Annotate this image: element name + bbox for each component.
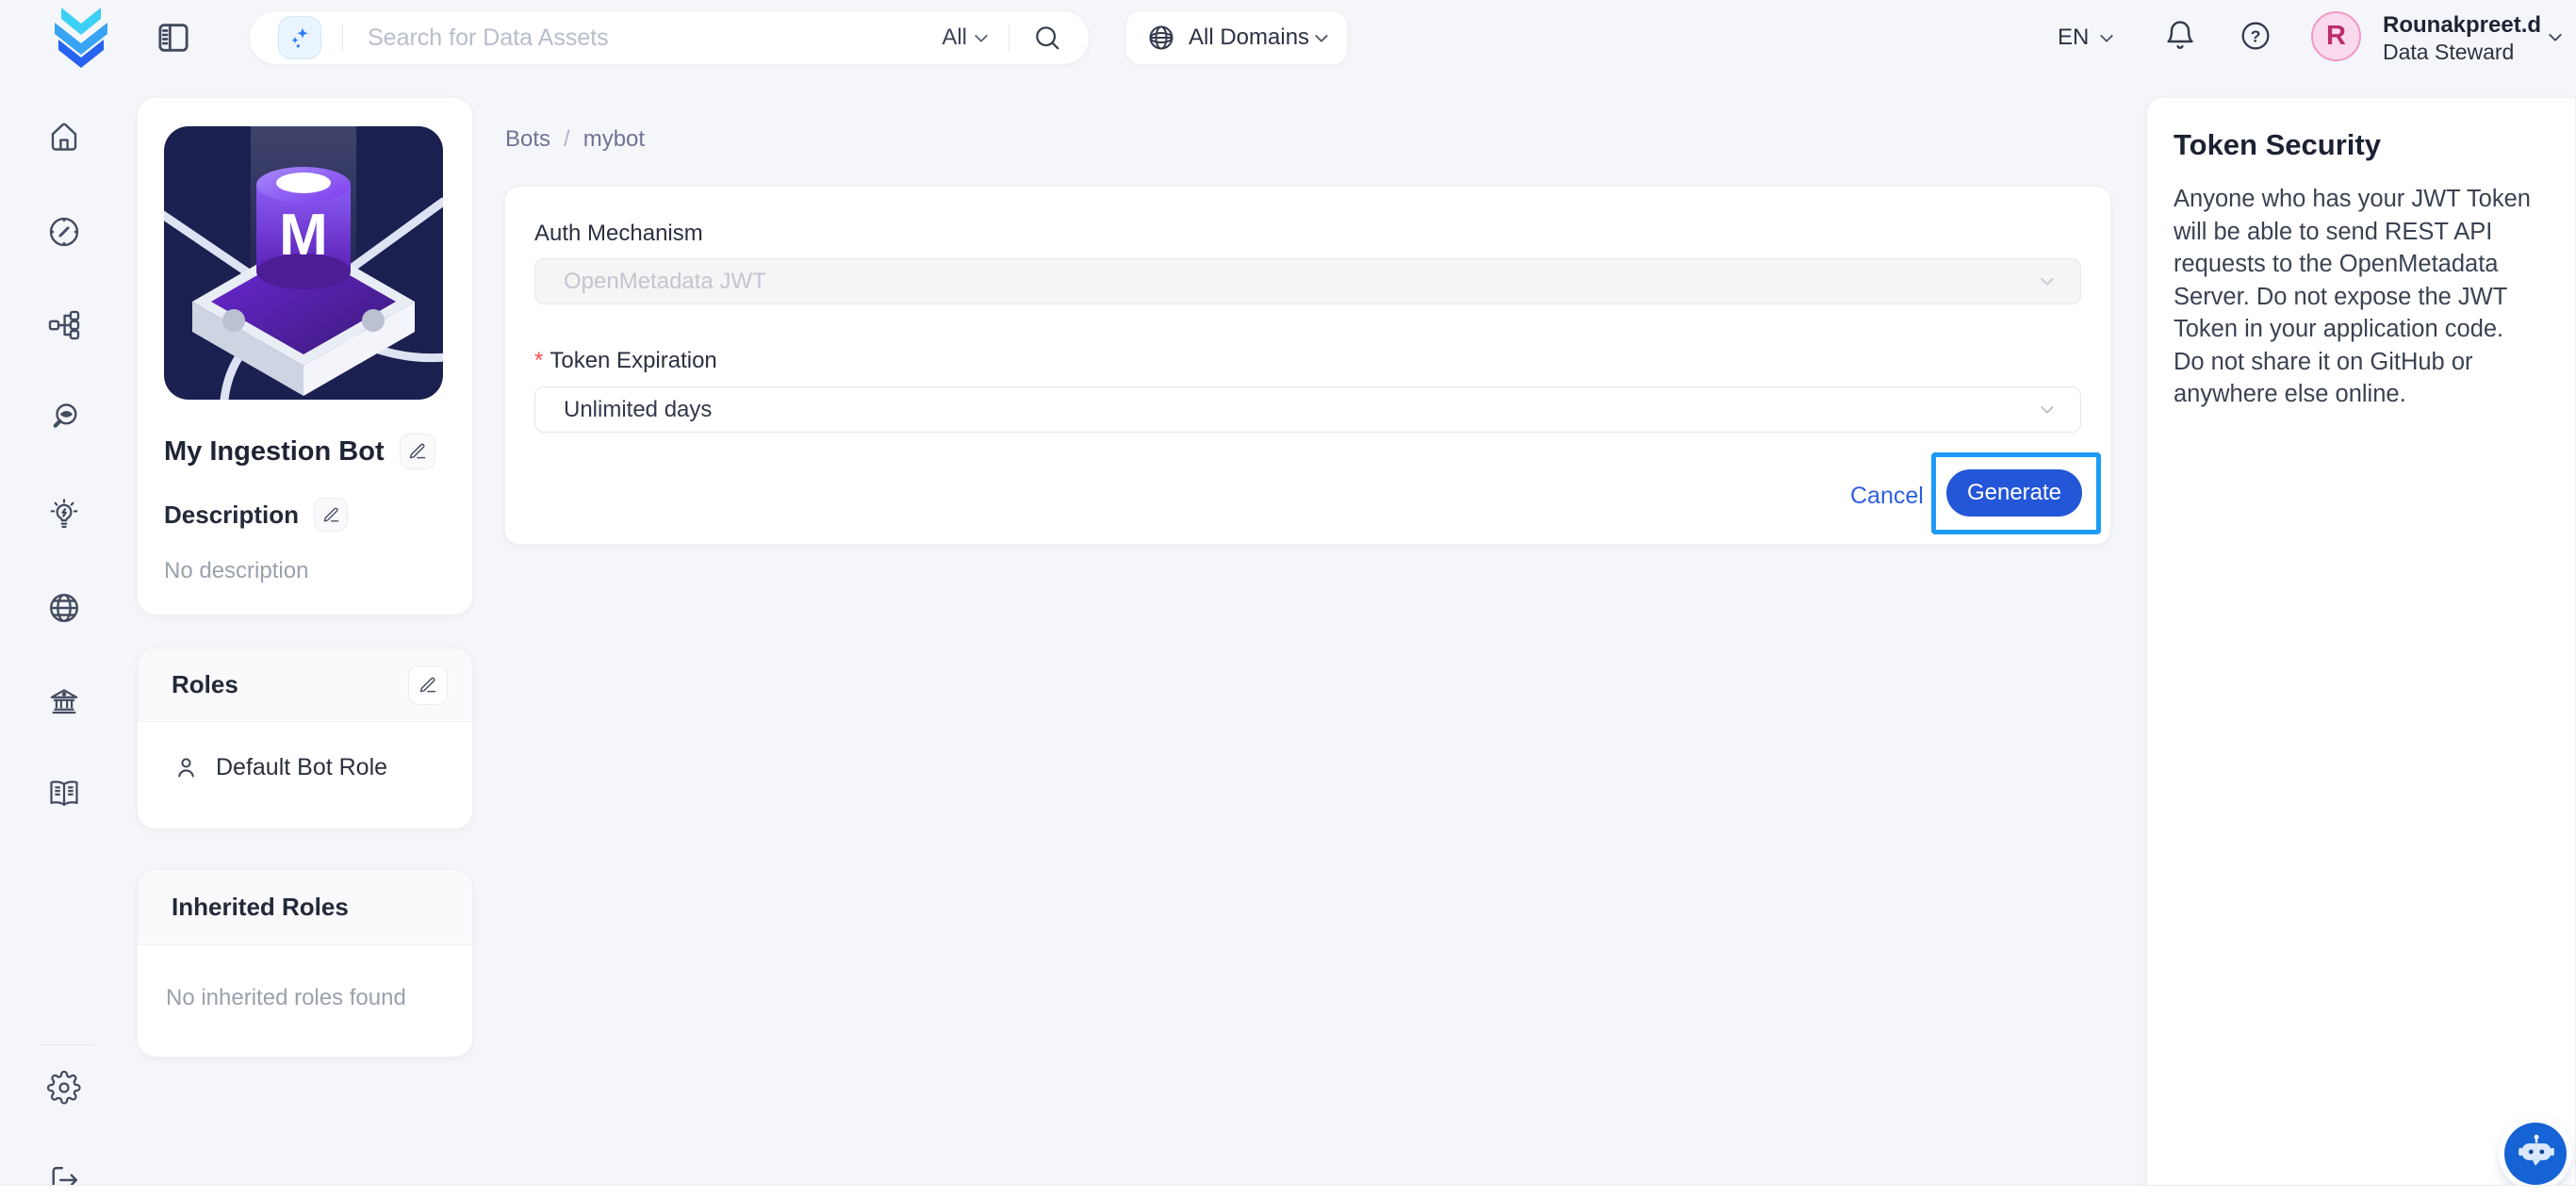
description-empty-text: No description: [164, 558, 308, 584]
sidebar-item-settings[interactable]: [47, 1071, 81, 1105]
domains-dropdown[interactable]: All Domains: [1125, 10, 1348, 65]
language-label: EN: [2058, 25, 2089, 51]
roles-card: Roles Default Bot Role: [137, 648, 473, 829]
sidebar-item-home[interactable]: [47, 120, 81, 154]
user-icon: [173, 755, 199, 780]
ai-sparkle-icon[interactable]: [278, 16, 321, 59]
app-root: All All Domains EN ?: [0, 0, 2576, 1198]
rail-divider: [40, 1044, 92, 1045]
bot-image: M: [164, 126, 443, 404]
sidebar-item-insights[interactable]: [47, 498, 81, 532]
help-icon[interactable]: ?: [2240, 20, 2272, 52]
domains-label: All Domains: [1189, 25, 1309, 51]
breadcrumb-bots-link[interactable]: Bots: [505, 126, 550, 153]
token-expiration-select[interactable]: Unlimited days: [534, 386, 2081, 433]
search-scope-label: All: [942, 25, 967, 51]
token-security-panel: Token Security Anyone who has your JWT T…: [2146, 97, 2576, 1198]
auth-mechanism-value: OpenMetadata JWT: [564, 269, 766, 295]
openmetadata-logo-icon[interactable]: [49, 8, 113, 73]
search-icon[interactable]: [1032, 23, 1062, 53]
edit-bot-name-icon[interactable]: [400, 434, 435, 469]
horizontal-scrollbar[interactable]: [0, 1185, 2576, 1198]
auth-mechanism-label: Auth Mechanism: [534, 221, 703, 247]
user-menu-chevron-icon[interactable]: [2549, 28, 2562, 41]
edit-description-icon[interactable]: [314, 498, 348, 532]
svg-text:M: M: [279, 203, 328, 268]
search-input[interactable]: [368, 25, 895, 52]
role-list-item[interactable]: Default Bot Role: [138, 722, 472, 781]
inherited-roles-card: Inherited Roles No inherited roles found: [137, 869, 473, 1058]
roles-title: Roles: [172, 670, 238, 699]
token-security-body: Anyone who has your JWT Token will be ab…: [2147, 162, 2575, 411]
avatar-initial: R: [2326, 21, 2346, 52]
edit-roles-icon[interactable]: [408, 665, 448, 705]
required-mark: *: [534, 348, 543, 373]
chevron-down-icon: [2100, 29, 2113, 42]
breadcrumb-separator: /: [564, 126, 570, 153]
cancel-button[interactable]: Cancel: [1850, 483, 1924, 510]
breadcrumb-current: mybot: [583, 126, 645, 153]
language-selector[interactable]: EN: [2058, 25, 2111, 51]
robot-icon: [2516, 1132, 2555, 1176]
inherited-roles-title: Inherited Roles: [172, 893, 349, 922]
inherited-roles-empty-text: No inherited roles found: [138, 945, 472, 1011]
token-expiration-value: Unlimited days: [564, 397, 712, 423]
chevron-down-icon: [1315, 29, 1328, 42]
notification-bell-icon[interactable]: [2163, 19, 2197, 53]
user-name: Rounakpreet.d: [2383, 11, 2541, 39]
global-search-bar: All: [249, 10, 1090, 65]
token-expiration-label: *Token Expiration: [534, 348, 717, 374]
generate-button[interactable]: Generate: [1946, 469, 2082, 517]
search-scope-dropdown[interactable]: All: [942, 25, 986, 51]
sidebar-item-domains[interactable]: [47, 591, 81, 625]
description-label: Description: [164, 501, 299, 530]
sidebar-item-observability[interactable]: [47, 401, 81, 435]
chevron-down-icon: [975, 29, 988, 42]
bot-name: My Ingestion Bot: [164, 436, 385, 468]
chevron-down-icon: [2041, 401, 2054, 414]
breadcrumb: Bots / mybot: [505, 126, 645, 153]
user-avatar[interactable]: R: [2311, 11, 2361, 61]
chatbot-button[interactable]: [2504, 1123, 2567, 1185]
user-menu[interactable]: Rounakpreet.d Data Steward: [2383, 11, 2541, 65]
svg-text:?: ?: [2251, 27, 2261, 46]
token-form-card: Auth Mechanism OpenMetadata JWT *Token E…: [504, 186, 2111, 545]
token-security-title: Token Security: [2147, 98, 2575, 162]
sidebar-item-data-flow[interactable]: [47, 308, 81, 342]
bot-profile-card: M My Ingestion Bot Description No descri…: [137, 97, 473, 615]
search-divider: [342, 24, 343, 52]
user-role: Data Steward: [2383, 39, 2541, 65]
auth-mechanism-select: OpenMetadata JWT: [534, 258, 2081, 304]
chevron-down-icon: [2041, 272, 2054, 286]
role-item-label: Default Bot Role: [216, 754, 387, 781]
sidebar-item-explore[interactable]: [47, 215, 81, 249]
globe-icon: [1147, 24, 1175, 52]
sidebar-item-governance[interactable]: [47, 684, 81, 718]
sidebar-item-glossary[interactable]: [47, 777, 81, 811]
sidebar-toggle-icon[interactable]: [154, 19, 193, 57]
